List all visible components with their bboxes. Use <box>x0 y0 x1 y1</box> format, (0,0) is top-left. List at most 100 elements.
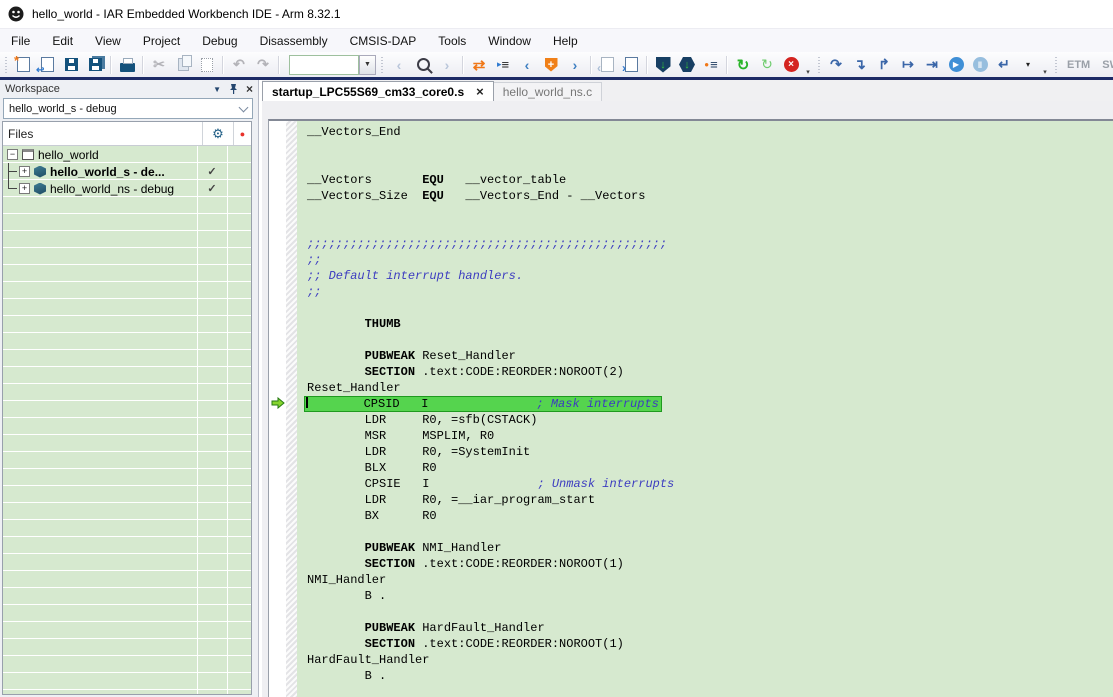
menu-item-window[interactable]: Window <box>477 30 542 53</box>
code-editor[interactable]: __Vectors_End __Vectors EQU __vector_tabl… <box>297 121 1113 697</box>
find-next-button[interactable]: › <box>435 54 459 76</box>
stop-debugging-button[interactable]: × <box>779 54 803 76</box>
menu-item-disassembly[interactable]: Disassembly <box>249 30 339 53</box>
cut-button[interactable]: ✂ <box>147 54 171 76</box>
breakpoint-column-header[interactable]: ● <box>233 122 251 145</box>
code-line[interactable]: PUBWEAK Reset_Handler <box>307 348 1113 364</box>
save-all-button[interactable] <box>83 54 107 76</box>
previous-document-button[interactable]: ‹ <box>595 54 619 76</box>
pause-button[interactable]: ‖ <box>968 54 992 76</box>
debug-dropdown-button[interactable]: ▾ <box>1016 54 1040 76</box>
code-line[interactable] <box>307 524 1113 540</box>
code-line[interactable]: LDR R0, =SystemInit <box>307 444 1113 460</box>
tree-row[interactable]: −hello_world <box>3 146 251 163</box>
tree-row[interactable]: +hello_world_s - de...✓ <box>3 163 251 180</box>
panel-close-button[interactable]: × <box>246 82 253 96</box>
menu-item-cmsis-dap[interactable]: CMSIS-DAP <box>339 30 428 53</box>
step-into-button[interactable]: ↴ <box>848 54 872 76</box>
go-to-button[interactable]: ▸≡ <box>491 54 515 76</box>
code-line[interactable] <box>307 140 1113 156</box>
next-statement-button[interactable]: ↦ <box>896 54 920 76</box>
code-line[interactable]: __Vectors EQU __vector_table <box>307 172 1113 188</box>
menu-item-file[interactable]: File <box>0 30 41 53</box>
code-line[interactable] <box>307 684 1113 697</box>
code-line[interactable] <box>307 204 1113 220</box>
toolbar-overflow-button[interactable]: ▾ <box>803 54 813 76</box>
code-line[interactable]: __Vectors_Size EQU __Vectors_End - __Vec… <box>307 188 1113 204</box>
copy-button[interactable] <box>171 54 195 76</box>
print-button[interactable] <box>115 54 139 76</box>
previous-bookmark-button[interactable]: ‹ <box>515 54 539 76</box>
tab-close-icon[interactable]: × <box>476 84 484 99</box>
toolbar-overflow-button[interactable]: ▾ <box>1040 54 1050 76</box>
menu-item-tools[interactable]: Tools <box>427 30 477 53</box>
find-combo-dropdown-button[interactable]: ▼ <box>359 55 376 75</box>
code-line[interactable] <box>307 604 1113 620</box>
redo-button[interactable]: ↷ <box>251 54 275 76</box>
editor-tab[interactable]: hello_world_ns.c <box>494 82 602 101</box>
code-line[interactable]: BX R0 <box>307 508 1113 524</box>
next-document-button[interactable]: › <box>619 54 643 76</box>
find-combo-input[interactable] <box>289 55 359 75</box>
toggle-breakpoint-button[interactable]: ●≡ <box>699 54 723 76</box>
code-line[interactable]: SECTION .text:CODE:REORDER:NOROOT(1) <box>307 556 1113 572</box>
reset-button[interactable]: ↻ <box>731 54 755 76</box>
menu-item-help[interactable]: Help <box>542 30 589 53</box>
code-line[interactable]: SECTION .text:CODE:REORDER:NOROOT(2) <box>307 364 1113 380</box>
debug-without-downloading-button[interactable]: ↓ <box>675 54 699 76</box>
find-button[interactable] <box>411 54 435 76</box>
code-line[interactable]: BLX R0 <box>307 460 1113 476</box>
code-line[interactable]: __Vectors_End <box>307 124 1113 140</box>
find-previous-button[interactable]: ‹ <box>387 54 411 76</box>
editor-tab[interactable]: startup_LPC55S69_cm33_core0.s× <box>262 81 494 101</box>
build-column-header[interactable]: ⚙ <box>202 122 233 145</box>
files-tree[interactable]: −hello_world+hello_world_s - de...✓+hell… <box>3 146 251 694</box>
code-line[interactable]: ;; Default interrupt handlers. <box>307 268 1113 284</box>
expander-icon[interactable]: − <box>7 149 18 160</box>
open-document-button[interactable]: ↩ <box>35 54 59 76</box>
expander-icon[interactable]: + <box>19 166 30 177</box>
code-line[interactable]: PUBWEAK HardFault_Handler <box>307 620 1113 636</box>
step-over-button[interactable]: ↷ <box>824 54 848 76</box>
code-line[interactable]: MSR MSPLIM, R0 <box>307 428 1113 444</box>
download-and-debug-button[interactable]: ↓ <box>651 54 675 76</box>
next-bookmark-button[interactable]: › <box>563 54 587 76</box>
new-document-button[interactable]: * <box>11 54 35 76</box>
code-line[interactable]: ;; <box>307 252 1113 268</box>
code-line[interactable]: Reset_Handler <box>307 380 1113 396</box>
code-line[interactable]: B . <box>307 588 1113 604</box>
code-line[interactable]: ;; <box>307 284 1113 300</box>
code-line[interactable]: THUMB <box>307 316 1113 332</box>
code-line[interactable] <box>307 300 1113 316</box>
etm-button[interactable]: ETM <box>1061 59 1096 71</box>
step-out-button[interactable]: ↱ <box>872 54 896 76</box>
code-line[interactable]: LDR R0, =sfb(CSTACK) <box>307 412 1113 428</box>
code-line[interactable] <box>307 332 1113 348</box>
menu-item-edit[interactable]: Edit <box>41 30 84 53</box>
code-line[interactable] <box>307 220 1113 236</box>
save-button[interactable] <box>59 54 83 76</box>
swo-button[interactable]: SWO <box>1096 59 1113 71</box>
configuration-selector[interactable]: hello_world_s - debug <box>3 98 253 119</box>
code-line[interactable]: CPSID I ; Mask interrupts <box>307 396 1113 412</box>
replace-button[interactable]: ⇄ <box>467 54 491 76</box>
code-line[interactable]: LDR R0, =__iar_program_start <box>307 492 1113 508</box>
panel-menu-button[interactable]: ▼ <box>213 85 221 94</box>
reset-return-button[interactable]: ↵ <box>992 54 1016 76</box>
code-line[interactable]: HardFault_Handler <box>307 652 1113 668</box>
code-line[interactable]: B . <box>307 668 1113 684</box>
files-column-header[interactable]: Files <box>3 122 202 145</box>
run-to-cursor-button[interactable]: ⇥ <box>920 54 944 76</box>
code-line[interactable] <box>307 156 1113 172</box>
code-line[interactable]: ;;;;;;;;;;;;;;;;;;;;;;;;;;;;;;;;;;;;;;;;… <box>307 236 1113 252</box>
code-line[interactable]: SECTION .text:CODE:REORDER:NOROOT(1) <box>307 636 1113 652</box>
code-line[interactable]: PUBWEAK NMI_Handler <box>307 540 1113 556</box>
breakpoint-gutter[interactable] <box>269 121 286 697</box>
code-line[interactable]: CPSIE I ; Unmask interrupts <box>307 476 1113 492</box>
expander-icon[interactable]: + <box>19 183 30 194</box>
go-button[interactable]: ▶ <box>944 54 968 76</box>
paste-button[interactable] <box>195 54 219 76</box>
code-line[interactable]: NMI_Handler <box>307 572 1113 588</box>
pin-icon[interactable] <box>229 83 238 95</box>
undo-button[interactable]: ↶ <box>227 54 251 76</box>
